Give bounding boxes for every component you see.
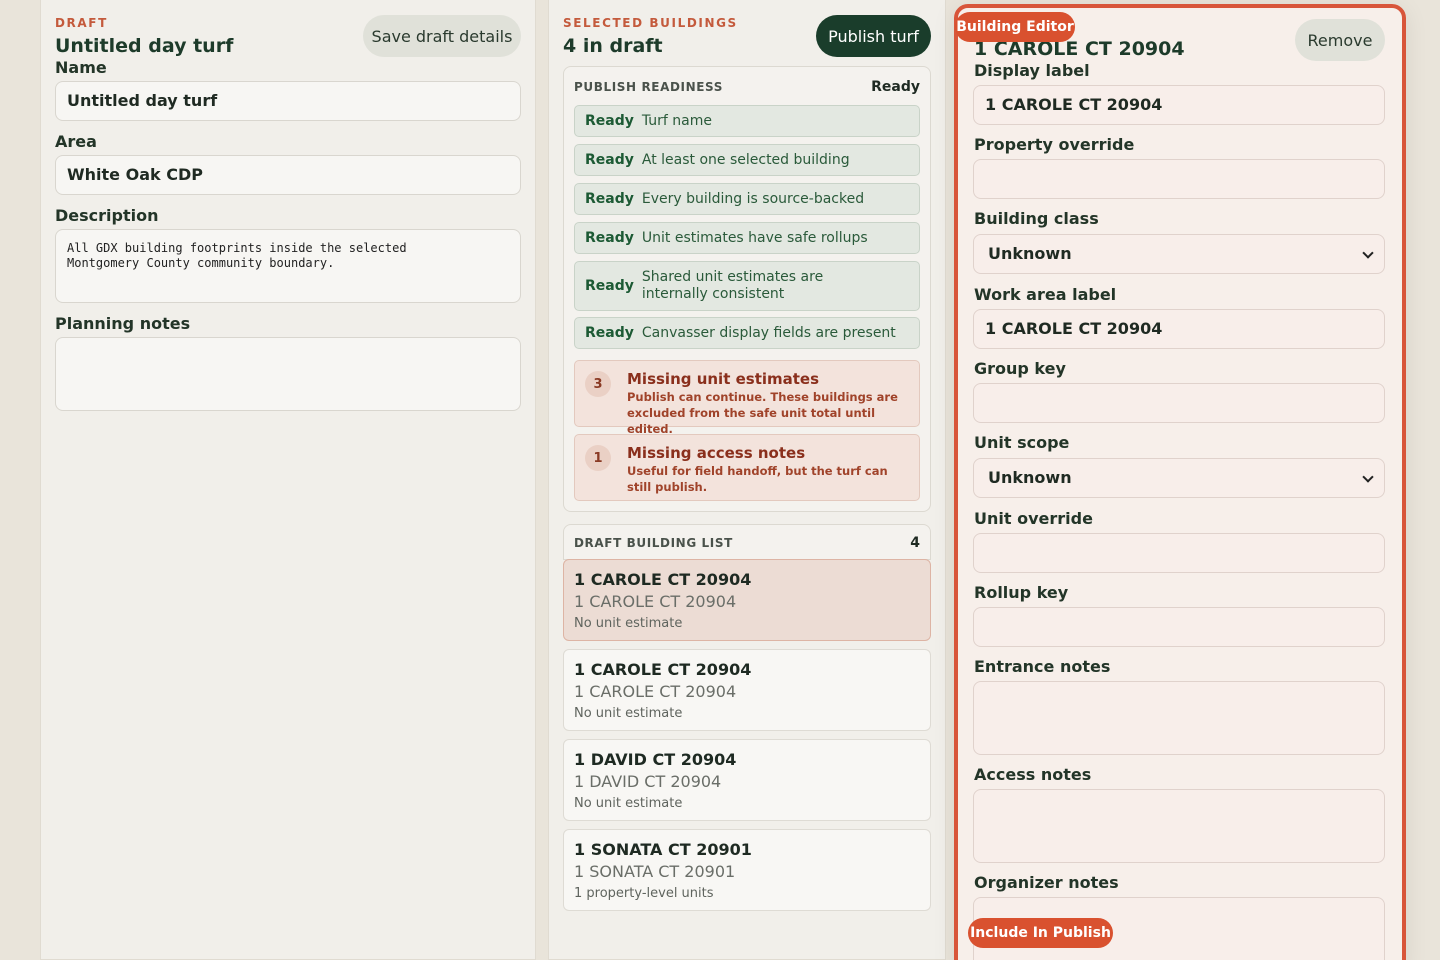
readiness-item: Ready At least one selected building <box>574 144 920 176</box>
readiness-tag: Ready <box>585 230 634 246</box>
building-note: 1 property-level units <box>574 886 714 901</box>
work-area-label: Work area label <box>974 285 1117 304</box>
readiness-text: Turf name <box>641 112 713 129</box>
readiness-item: Ready Shared unit estimates are internal… <box>574 261 920 311</box>
unit-scope-select[interactable]: Unknown <box>973 458 1385 498</box>
warning-detail: Useful for field handoff, but the turf c… <box>627 464 888 494</box>
readiness-text: At least one selected building <box>641 151 850 168</box>
name-label: Name <box>55 58 107 77</box>
save-draft-button[interactable]: Save draft details <box>363 15 521 57</box>
draft-kicker: DRAFT <box>55 16 108 30</box>
building-note: No unit estimate <box>574 616 683 631</box>
include-in-publish-badge[interactable]: Include In Publish <box>968 918 1113 948</box>
description-label: Description <box>55 206 159 225</box>
area-input[interactable]: White Oak CDP <box>55 155 521 195</box>
unit-override-label: Unit override <box>974 509 1093 528</box>
unit-scope-value: Unknown <box>988 468 1072 487</box>
publish-readiness-box: PUBLISH READINESS Ready Ready Turf name … <box>563 66 931 512</box>
organizer-notes-label: Organizer notes <box>974 873 1119 892</box>
building-editor-panel: 1 CAROLE CT 20904 Remove Display label 1… <box>954 4 1406 960</box>
selected-kicker: SELECTED BUILDINGS <box>563 16 738 30</box>
building-subtitle: 1 DAVID CT 20904 <box>574 772 722 791</box>
name-input[interactable]: Untitled day turf <box>55 81 521 121</box>
draft-details-panel: DRAFT Untitled day turf Save draft detai… <box>40 0 536 960</box>
building-card[interactable]: 1 SONATA CT 20901 1 SONATA CT 20901 1 pr… <box>563 829 931 911</box>
chevron-down-icon <box>1362 247 1374 259</box>
readiness-text: Canvasser display fields are present <box>641 324 896 341</box>
chevron-down-icon <box>1362 471 1374 483</box>
display-label-input[interactable]: 1 CAROLE CT 20904 <box>973 85 1385 125</box>
warning-title: Missing unit estimates <box>627 370 820 388</box>
selected-buildings-panel: SELECTED BUILDINGS 4 in draft Publish tu… <box>548 0 946 960</box>
building-card[interactable]: 1 CAROLE CT 20904 1 CAROLE CT 20904 No u… <box>563 649 931 731</box>
display-label-label: Display label <box>974 61 1090 80</box>
building-title: 1 CAROLE CT 20904 <box>574 660 752 679</box>
warning-count: 3 <box>585 371 611 397</box>
access-notes-label: Access notes <box>974 765 1092 784</box>
draft-building-list-header: DRAFT BUILDING LIST 4 <box>563 524 931 560</box>
building-class-select[interactable]: Unknown <box>973 234 1385 274</box>
draft-title: Untitled day turf <box>55 35 234 57</box>
property-override-label: Property override <box>974 135 1135 154</box>
building-title: 1 CAROLE CT 20904 <box>574 570 752 589</box>
rollup-key-input[interactable] <box>973 607 1385 647</box>
description-textarea[interactable]: All GDX building footprints inside the s… <box>55 229 521 303</box>
readiness-item: Ready Turf name <box>574 105 920 137</box>
building-note: No unit estimate <box>574 796 683 811</box>
rollup-key-label: Rollup key <box>974 583 1069 602</box>
publish-turf-button[interactable]: Publish turf <box>816 15 931 57</box>
unit-scope-label: Unit scope <box>974 433 1070 452</box>
unit-override-input[interactable] <box>973 533 1385 573</box>
list-count: 4 <box>910 535 920 551</box>
group-key-input[interactable] <box>973 383 1385 423</box>
planning-notes-label: Planning notes <box>55 314 191 333</box>
warning-detail: Publish can continue. These buildings ar… <box>627 390 898 436</box>
planning-notes-textarea[interactable] <box>55 337 521 411</box>
readiness-tag: Ready <box>585 113 634 129</box>
readiness-tag: Ready <box>585 325 634 341</box>
readiness-title: PUBLISH READINESS <box>574 80 723 94</box>
building-title: 1 DAVID CT 20904 <box>574 750 737 769</box>
area-label: Area <box>55 132 97 151</box>
building-subtitle: 1 SONATA CT 20901 <box>574 862 736 881</box>
readiness-item: Ready Canvasser display fields are prese… <box>574 317 920 349</box>
selected-count-title: 4 in draft <box>563 35 663 57</box>
readiness-text: Shared unit estimates are internally con… <box>641 269 824 302</box>
readiness-text: Every building is source-backed <box>641 190 865 207</box>
building-note: No unit estimate <box>574 706 683 721</box>
building-subtitle: 1 CAROLE CT 20904 <box>574 592 737 611</box>
building-class-value: Unknown <box>988 244 1072 263</box>
readiness-item: Ready Every building is source-backed <box>574 183 920 215</box>
entrance-notes-textarea[interactable] <box>973 681 1385 755</box>
warning-count: 1 <box>585 445 611 471</box>
readiness-tag: Ready <box>585 191 634 207</box>
work-area-input[interactable]: 1 CAROLE CT 20904 <box>973 309 1385 349</box>
warning-missing-unit-estimates: 3 Missing unit estimates Publish can con… <box>574 360 920 436</box>
building-title: 1 SONATA CT 20901 <box>574 840 752 859</box>
readiness-text: Unit estimates have safe rollups <box>641 229 868 246</box>
readiness-item: Ready Unit estimates have safe rollups <box>574 222 920 254</box>
group-key-label: Group key <box>974 359 1066 378</box>
entrance-notes-label: Entrance notes <box>974 657 1111 676</box>
warning-title: Missing access notes <box>627 444 806 462</box>
building-class-label: Building class <box>974 209 1099 228</box>
building-editor-badge: Building Editor <box>955 12 1075 42</box>
readiness-tag: Ready <box>585 278 634 294</box>
property-override-input[interactable] <box>973 159 1385 199</box>
building-card[interactable]: 1 DAVID CT 20904 1 DAVID CT 20904 No uni… <box>563 739 931 821</box>
access-notes-textarea[interactable] <box>973 789 1385 863</box>
list-title: DRAFT BUILDING LIST <box>574 536 733 550</box>
remove-button[interactable]: Remove <box>1295 19 1385 61</box>
building-card[interactable]: 1 CAROLE CT 20904 1 CAROLE CT 20904 No u… <box>563 559 931 641</box>
readiness-tag: Ready <box>585 152 634 168</box>
building-subtitle: 1 CAROLE CT 20904 <box>574 682 737 701</box>
readiness-status: Ready <box>871 79 920 95</box>
warning-missing-access-notes: 1 Missing access notes Useful for field … <box>574 434 920 501</box>
